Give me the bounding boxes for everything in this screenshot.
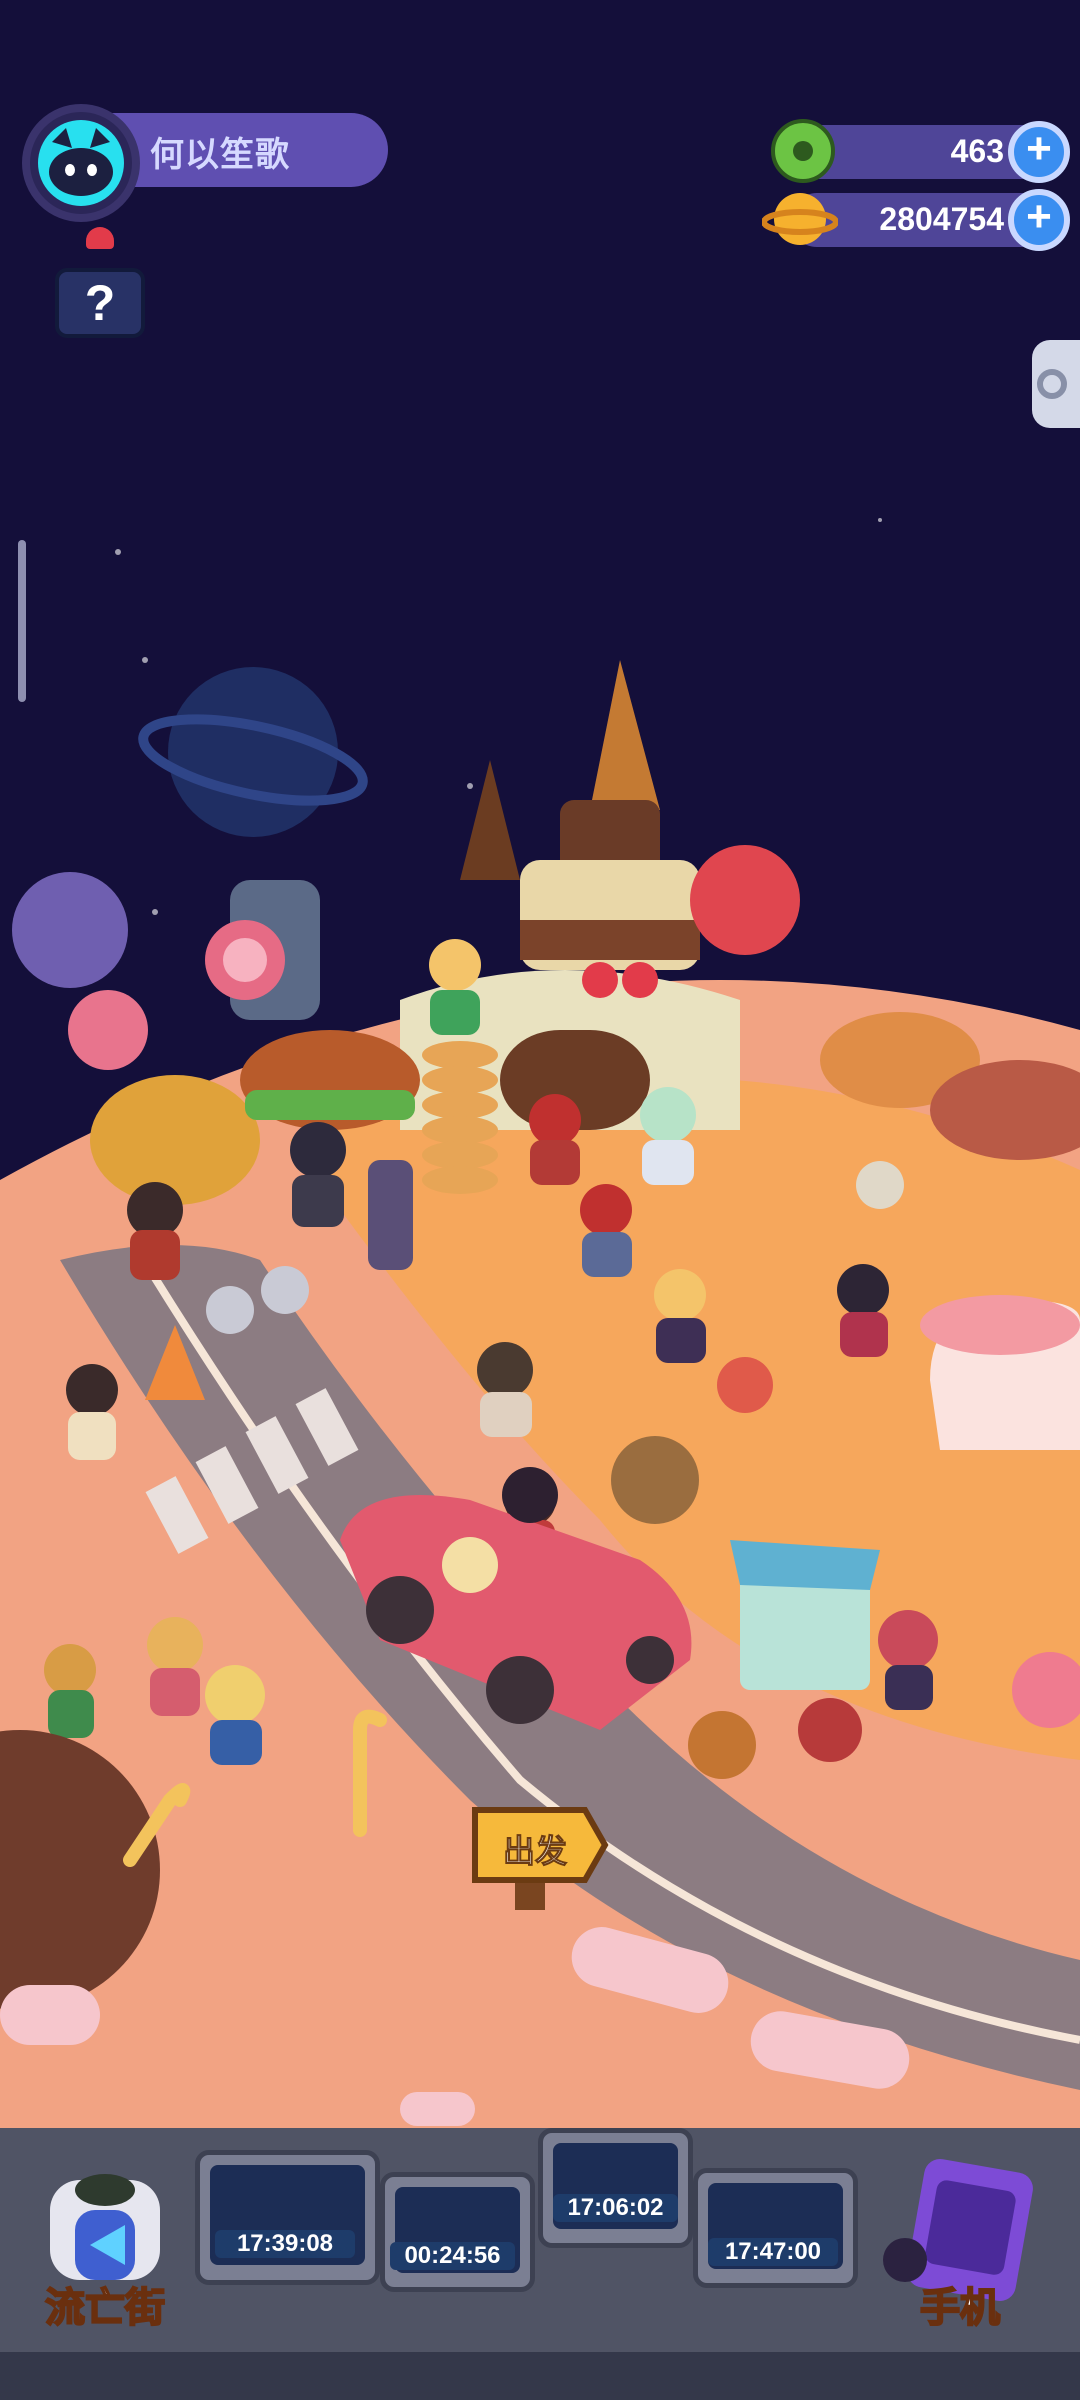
planet-coin-icon xyxy=(761,186,839,257)
add-donuts-button[interactable]: + xyxy=(1008,121,1070,183)
add-coins-button[interactable]: + xyxy=(1008,189,1070,251)
cat-avatar-icon xyxy=(38,120,124,206)
timer-slot-2[interactable] xyxy=(380,2172,535,2292)
market-stall xyxy=(730,1540,880,1690)
timer-2: 00:24:56 xyxy=(390,2242,515,2270)
game-world-scene[interactable] xyxy=(0,0,1080,2400)
taiyaki xyxy=(90,1075,260,1205)
side-pull-tab[interactable] xyxy=(1032,340,1080,428)
timer-1: 17:39:08 xyxy=(215,2230,355,2258)
purple-moon xyxy=(12,872,128,988)
depart-sign-label[interactable]: 出发 xyxy=(480,1826,590,1872)
timer-4: 17:47:00 xyxy=(708,2238,838,2266)
timer-3: 17:06:02 xyxy=(553,2194,678,2222)
exile-street-label: 流亡街 xyxy=(44,2285,166,2331)
red-octopus xyxy=(690,845,800,955)
dock-rail xyxy=(0,2352,1080,2400)
player-name: 何以笙歌 xyxy=(150,136,290,174)
phone-label: 手机 xyxy=(919,2285,1001,2331)
alarm-lamp-icon xyxy=(86,227,114,249)
timer-slot-3[interactable] xyxy=(538,2128,693,2248)
question-icon: ? xyxy=(84,275,116,331)
coin-count: 2804754 xyxy=(879,201,1004,237)
timer-slot-1[interactable] xyxy=(195,2150,380,2285)
ringed-planet xyxy=(138,667,368,837)
traffic-light xyxy=(368,1160,413,1270)
donut-count: 463 xyxy=(950,133,1004,169)
zoom-slider[interactable] xyxy=(18,540,26,702)
timer-slot-4[interactable] xyxy=(693,2168,858,2288)
